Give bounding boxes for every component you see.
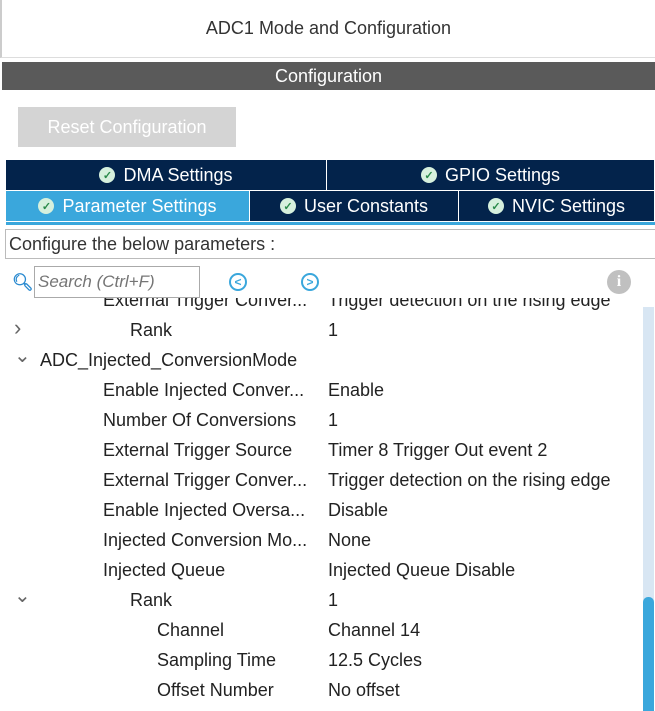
chevron-right-icon[interactable]: › — [14, 315, 21, 341]
tree-row[interactable]: › Rank 1 — [0, 315, 643, 345]
tree-row[interactable]: Enable Injected Oversa... Disable — [0, 495, 643, 525]
check-icon: ✓ — [38, 198, 55, 214]
tree-row[interactable]: Channel Channel 14 — [0, 615, 643, 645]
param-value[interactable]: 1 — [328, 320, 338, 341]
tab-user-constants[interactable]: ✓ User Constants — [250, 191, 459, 221]
tab-gpio-settings[interactable]: ✓ GPIO Settings — [327, 160, 655, 190]
info-icon[interactable]: i — [607, 270, 631, 294]
tree-row[interactable]: ⌄ Rank 1 — [0, 585, 643, 615]
tab-nvic-settings[interactable]: ✓ NVIC Settings — [459, 191, 655, 221]
tree-row[interactable]: Injected Queue Injected Queue Disable — [0, 555, 643, 585]
tree-row[interactable]: Number Of Conversions 1 — [0, 405, 643, 435]
search-input[interactable] — [34, 266, 200, 298]
param-label: Enable Injected Conver... — [103, 380, 305, 400]
tree-row[interactable]: Enable Injected Conver... Enable — [0, 375, 643, 405]
previous-icon[interactable]: < — [229, 273, 247, 291]
param-value[interactable]: Trigger detection on the rising edge — [328, 298, 611, 311]
tab-dma-settings[interactable]: ✓ DMA Settings — [6, 160, 327, 190]
param-value[interactable]: Timer 8 Trigger Out event 2 — [328, 440, 547, 461]
check-icon: ✓ — [99, 167, 116, 183]
param-value[interactable]: None — [328, 530, 371, 551]
configuration-header: Configuration — [2, 62, 655, 90]
tree-row[interactable]: Injected Conversion Mo... None — [0, 525, 643, 555]
param-label: Enable Injected Oversa... — [103, 500, 306, 520]
param-label: Channel — [157, 620, 225, 640]
parameter-tree: External Trigger Conver... Trigger detect… — [0, 298, 643, 711]
param-value[interactable]: 1 — [328, 410, 338, 431]
tab-parameter-settings[interactable]: ✓ Parameter Settings — [6, 191, 250, 221]
param-label: Injected Conversion Mo... — [103, 530, 308, 550]
check-icon: ✓ — [420, 167, 437, 183]
param-label: External Trigger Source — [103, 440, 293, 460]
tab-label: User Constants — [303, 195, 429, 216]
param-value[interactable]: 1 — [328, 590, 338, 611]
param-value[interactable]: 12.5 Cycles — [328, 650, 422, 671]
scrollbar-thumb[interactable] — [643, 597, 654, 711]
param-value[interactable]: Trigger detection on the rising edge — [328, 470, 611, 491]
param-label: Rank — [130, 320, 173, 340]
search-icon: 🔍︎ — [12, 273, 34, 292]
param-value[interactable]: Disable — [328, 500, 388, 521]
param-value[interactable]: Channel 14 — [328, 620, 420, 641]
chevron-down-icon[interactable]: ⌄ — [14, 583, 31, 608]
param-label: Injected Queue — [103, 560, 226, 580]
tab-label: NVIC Settings — [511, 195, 626, 216]
next-icon[interactable]: > — [301, 273, 319, 291]
tree-row[interactable]: Offset Number No offset — [0, 675, 643, 705]
chevron-down-icon[interactable]: ⌄ — [14, 343, 31, 368]
tree-row[interactable]: External Trigger Conver... Trigger detect… — [0, 465, 643, 495]
reset-configuration-button[interactable]: Reset Configuration — [18, 107, 236, 147]
param-label: ADC_Injected_ConversionMode — [40, 350, 298, 370]
check-icon: ✓ — [487, 198, 504, 214]
window-title: ADC1 Mode and Configuration — [0, 0, 655, 58]
param-value[interactable]: Injected Queue Disable — [328, 560, 515, 581]
tree-row[interactable]: External Trigger Conver... Trigger detect… — [0, 298, 643, 315]
param-label: Offset Number — [157, 680, 274, 700]
param-label: Sampling Time — [157, 650, 277, 670]
instructions-text: Configure the below parameters : — [5, 229, 655, 259]
param-label: External Trigger Conver... — [103, 298, 308, 310]
tab-underline — [6, 222, 655, 225]
tab-label: Parameter Settings — [62, 195, 217, 216]
param-label: Rank — [130, 590, 173, 610]
param-value[interactable]: No offset — [328, 680, 400, 701]
tab-label: DMA Settings — [123, 164, 233, 185]
tree-row[interactable]: Sampling Time 12.5 Cycles — [0, 645, 643, 675]
tree-row[interactable]: External Trigger Source Timer 8 Trigger O… — [0, 435, 643, 465]
check-icon: ✓ — [279, 198, 296, 214]
tree-row[interactable]: ⌄ ADC_Injected_ConversionMode — [0, 345, 643, 375]
param-label: Number Of Conversions — [103, 410, 297, 430]
param-label: External Trigger Conver... — [103, 470, 308, 490]
tab-label: GPIO Settings — [444, 164, 561, 185]
param-value[interactable]: Enable — [328, 380, 384, 401]
